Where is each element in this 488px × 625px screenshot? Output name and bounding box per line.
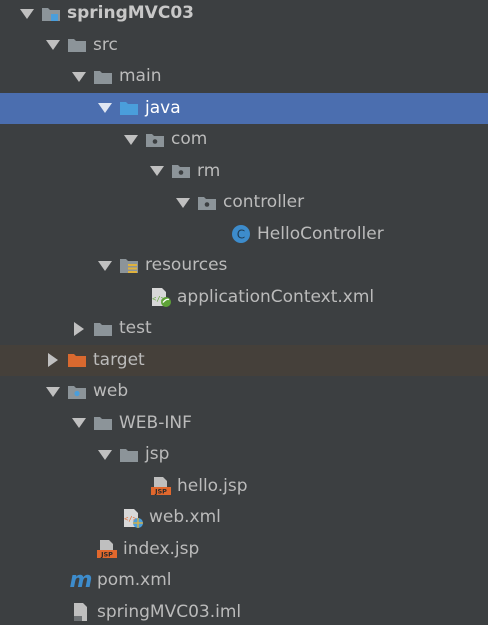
- folder-icon: [118, 446, 140, 464]
- tree-label-java: java: [145, 97, 181, 118]
- tree-node-main[interactable]: main: [0, 61, 488, 93]
- tree-node-target[interactable]: target: [0, 344, 488, 376]
- jsp-file-icon: JSP: [150, 477, 172, 496]
- folder-icon: [92, 68, 114, 86]
- tree-label-controller: controller: [223, 192, 305, 213]
- tree-label-main: main: [119, 66, 162, 87]
- jsp-badge-text: JSP: [154, 488, 167, 496]
- resources-folder-icon: [118, 257, 140, 275]
- expanded-arrow-icon[interactable]: [70, 68, 88, 86]
- tree-node-java[interactable]: java: [0, 92, 488, 124]
- collapsed-arrow-icon[interactable]: [44, 351, 62, 369]
- expanded-arrow-icon[interactable]: [96, 257, 114, 275]
- tree-node-com[interactable]: com: [0, 124, 488, 156]
- expanded-arrow-icon[interactable]: [174, 194, 192, 212]
- tree-label-hello-jsp: hello.jsp: [177, 475, 248, 496]
- package-icon: [196, 194, 218, 212]
- tree-node-web-xml[interactable]: </> web.xml: [0, 502, 488, 534]
- expanded-arrow-icon[interactable]: [44, 36, 62, 54]
- tree-node-pom[interactable]: m pom.xml: [0, 565, 488, 597]
- project-module-icon: [40, 5, 62, 23]
- tree-node-web-inf[interactable]: WEB-INF: [0, 408, 488, 440]
- expanded-arrow-icon[interactable]: [70, 414, 88, 432]
- tree-node-test[interactable]: test: [0, 313, 488, 345]
- package-icon: [170, 162, 192, 180]
- tree-label-web: web: [93, 381, 129, 402]
- tree-label-web-inf: WEB-INF: [119, 412, 192, 433]
- tree-label-iml: springMVC03.iml: [97, 601, 242, 622]
- web-xml-file-icon: </>: [122, 508, 144, 528]
- maven-m-letter: m: [69, 567, 93, 593]
- tree-node-project[interactable]: springMVC03: [0, 0, 488, 30]
- jsp-badge-text: JSP: [100, 551, 113, 559]
- expanded-arrow-icon[interactable]: [122, 131, 140, 149]
- tree-node-resources[interactable]: resources: [0, 250, 488, 282]
- tree-node-jsp-folder[interactable]: jsp: [0, 439, 488, 471]
- tree-node-application-context[interactable]: </> applicationContext.xml: [0, 282, 488, 314]
- tree-label-index-jsp: index.jsp: [123, 538, 200, 559]
- module-file-icon: [70, 603, 92, 622]
- source-folder-icon: [118, 99, 140, 117]
- tree-label-src: src: [93, 34, 118, 55]
- tree-label-project: springMVC03: [67, 3, 194, 24]
- package-icon: [144, 131, 166, 149]
- collapsed-arrow-icon[interactable]: [70, 320, 88, 338]
- expanded-arrow-icon[interactable]: [18, 5, 36, 23]
- tree-node-hello-controller[interactable]: C HelloController: [0, 219, 488, 251]
- excluded-folder-icon: [66, 351, 88, 369]
- project-tree: springMVC03 src main java com rm control…: [0, 0, 488, 625]
- expanded-arrow-icon[interactable]: [44, 383, 62, 401]
- tree-label-test: test: [119, 318, 152, 339]
- tree-node-index-jsp[interactable]: JSP index.jsp: [0, 534, 488, 566]
- tree-node-rm[interactable]: rm: [0, 156, 488, 188]
- tree-label-rm: rm: [197, 160, 221, 181]
- class-badge-letter: C: [237, 228, 245, 242]
- tree-node-iml[interactable]: springMVC03.iml: [0, 597, 488, 625]
- folder-icon: [92, 320, 114, 338]
- jsp-file-icon: JSP: [96, 540, 118, 559]
- tree-label-target: target: [93, 349, 145, 370]
- tree-label-pom: pom.xml: [97, 570, 172, 591]
- spring-xml-file-icon: </>: [150, 288, 172, 308]
- tree-label-hello-controller: HelloController: [257, 223, 384, 244]
- tree-node-web[interactable]: web: [0, 376, 488, 408]
- web-folder-icon: [66, 383, 88, 401]
- folder-icon: [92, 414, 114, 432]
- tree-node-src[interactable]: src: [0, 30, 488, 62]
- tree-label-com: com: [171, 129, 208, 150]
- expanded-arrow-icon[interactable]: [96, 446, 114, 464]
- folder-icon: [66, 36, 88, 54]
- tree-label-web-xml: web.xml: [149, 507, 221, 528]
- tree-node-hello-jsp[interactable]: JSP hello.jsp: [0, 471, 488, 503]
- expanded-arrow-icon[interactable]: [96, 99, 114, 117]
- tree-label-resources: resources: [145, 255, 228, 276]
- expanded-arrow-icon[interactable]: [148, 162, 166, 180]
- tree-label-jsp-folder: jsp: [145, 444, 170, 465]
- tree-node-controller[interactable]: controller: [0, 187, 488, 219]
- maven-pom-icon: m: [68, 567, 94, 593]
- tree-label-application-context: applicationContext.xml: [177, 286, 375, 307]
- java-class-icon: C: [230, 225, 252, 244]
